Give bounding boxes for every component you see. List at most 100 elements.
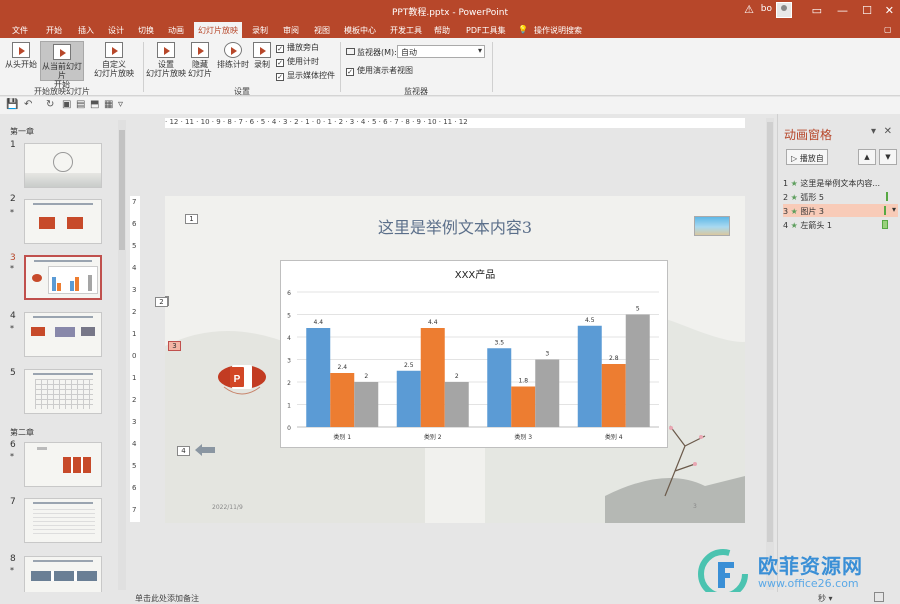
slide-thumbnail[interactable] (24, 199, 102, 244)
slide-number: 4 (10, 311, 16, 321)
comment-icon[interactable]: ▢ (884, 25, 892, 34)
save-icon[interactable]: 💾 (6, 99, 18, 110)
tab-pdf[interactable]: PDF工具集 (466, 25, 506, 36)
rehearse-button[interactable]: 排练计时 (216, 42, 250, 69)
tab-review[interactable]: 审阅 (283, 25, 299, 36)
setup-show-button[interactable]: 设置 幻灯片放映 (146, 42, 186, 78)
undo-icon[interactable]: ↶ (24, 99, 32, 110)
from-start-button[interactable]: 从头开始 (4, 42, 38, 69)
user-name[interactable]: bo (761, 4, 772, 14)
tab-home[interactable]: 开始 (46, 25, 62, 36)
tab-slideshow[interactable]: 幻灯片放映 (194, 22, 242, 38)
animation-marker: * (10, 452, 14, 461)
slide-thumbnail[interactable] (24, 498, 102, 543)
ruler-tick: 2 (132, 308, 137, 316)
bar-chart[interactable]: XXX产品 0 1 2 3 4 5 6 4.4 2.4 2 类别 1 2.5 4.4 2 类别 2 3.5 1.8… (280, 260, 668, 448)
animation-item[interactable]: 2 ★ 弧形 5 (783, 190, 898, 203)
animation-tag[interactable]: 4 (177, 446, 190, 456)
scrollbar-thumb[interactable] (119, 130, 125, 250)
play-narration-checkbox[interactable]: ✓ 播放旁白 (276, 42, 319, 53)
from-current-button[interactable]: 从当前幻灯片 开始 (40, 41, 84, 89)
slide-thumbnail[interactable] (24, 442, 102, 487)
move-down-button[interactable]: ▼ (879, 149, 897, 165)
left-arrow-shape[interactable] (195, 444, 215, 456)
title-bar: PPT教程.pptx - PowerPoint ⚠ bo ▭ — ☐ ✕ (0, 0, 900, 22)
presenter-view-checkbox[interactable]: ✓ 使用演示者视图 (346, 65, 413, 76)
animation-item-selected[interactable]: 3 ★ 图片 3 ▾ (783, 204, 898, 217)
notes-placeholder[interactable]: 单击此处添加备注 (135, 593, 199, 604)
data-label: 5 (636, 306, 640, 313)
editor-scrollbar[interactable] (766, 118, 774, 590)
hide-slide-button[interactable]: 隐藏 幻灯片 (186, 42, 214, 78)
ruler-tick: 2 (132, 396, 137, 404)
show-media-checkbox[interactable]: ✓ 显示媒体控件 (276, 70, 335, 81)
powerpoint-logo-icon[interactable]: P (218, 361, 266, 397)
timing-unit[interactable]: 秒 ▾ (818, 593, 833, 604)
tab-transitions[interactable]: 切换 (138, 25, 154, 36)
record-button[interactable]: 录制 (252, 42, 272, 69)
open-icon[interactable]: ▤ (76, 99, 85, 110)
tab-file[interactable]: 文件 (12, 25, 28, 36)
ruler-tick: 5 (132, 462, 137, 470)
ribbon-tabs: 文件 开始 插入 设计 切换 动画 幻灯片放映 录制 审阅 视图 模板中心 开发… (0, 22, 900, 38)
star-icon: ★ (790, 207, 798, 216)
slide-title[interactable]: 这里是举例文本内容3 (165, 214, 745, 238)
custom-show-label-2: 幻灯片放映 (94, 69, 134, 78)
table-icon[interactable]: ▦ (104, 99, 113, 110)
shape-icon[interactable]: ⬒ (90, 99, 99, 110)
slide-thumbnail[interactable] (24, 312, 102, 357)
tab-design[interactable]: 设计 (108, 25, 124, 36)
scrollbar-thumb[interactable] (767, 122, 773, 542)
chevron-down-icon[interactable]: ▾ (871, 126, 876, 137)
tab-animations[interactable]: 动画 (168, 25, 184, 36)
tab-record[interactable]: 录制 (252, 25, 268, 36)
landscape-picture[interactable] (694, 216, 730, 236)
lightbulb-icon[interactable]: 💡 (518, 25, 528, 34)
horizontal-ruler: · 12 · 11 · 10 · 9 · 8 · 7 · 6 · 5 · 4 ·… (165, 118, 745, 128)
checkbox-icon: ✓ (276, 73, 284, 81)
minimize-button[interactable]: — (837, 4, 848, 17)
animation-tag[interactable]: 1 (185, 214, 198, 224)
animation-pane: 动画窗格 ✕ ▾ ▷ 播放自 ▲ ▼ 1 ★ 这里是举例文本内容... 2 ★ … (777, 114, 900, 592)
move-up-button[interactable]: ▲ (858, 149, 876, 165)
slide-thumbnail-active[interactable] (24, 255, 102, 300)
custom-show-button[interactable]: 自定义 幻灯片放映 (90, 42, 138, 78)
thumbnail-scrollbar[interactable] (118, 120, 126, 590)
tab-tell-me[interactable]: 操作说明搜索 (534, 25, 582, 36)
animation-tag[interactable]: 2 (155, 297, 168, 307)
use-timings-checkbox[interactable]: ✓ 使用计时 (276, 56, 319, 67)
avatar[interactable] (776, 2, 792, 18)
slide-number: 5 (10, 368, 16, 378)
tab-insert[interactable]: 插入 (78, 25, 94, 36)
animation-item[interactable]: 1 ★ 这里是举例文本内容... (783, 176, 898, 189)
animation-pane-title: 动画窗格 (784, 128, 833, 142)
tab-developer[interactable]: 开发工具 (390, 25, 422, 36)
customize-icon[interactable]: ▿ (118, 99, 123, 110)
animation-tag-selected[interactable]: 3 (168, 341, 181, 351)
section-header[interactable]: 第一章 (10, 126, 34, 137)
play-from-button[interactable]: ▷ 播放自 (786, 149, 828, 165)
tab-view[interactable]: 视图 (314, 25, 330, 36)
chart-plot: XXX产品 0 1 2 3 4 5 6 4.4 2.4 2 类别 1 2.5 4.4 2 类别 2 3.5 1.8… (287, 268, 659, 441)
x-tick-label: 类别 3 (514, 433, 532, 441)
close-button[interactable]: ✕ (885, 4, 894, 17)
timing-bar (886, 192, 888, 201)
from-start-icon[interactable]: ▣ (62, 99, 71, 110)
y-tick-label: 0 (287, 425, 291, 432)
zoom-fit-icon[interactable] (874, 592, 884, 602)
ribbon-display-icon[interactable]: ▭ (812, 4, 822, 17)
maximize-button[interactable]: ☐ (862, 4, 872, 17)
monitor-select[interactable]: 自动 ▾ (397, 45, 485, 58)
checkbox-icon: ✓ (276, 45, 284, 53)
tab-help[interactable]: 帮助 (434, 25, 450, 36)
slide-thumbnail[interactable] (24, 369, 102, 414)
tab-templates[interactable]: 模板中心 (344, 25, 376, 36)
warning-icon[interactable]: ⚠ (744, 3, 754, 16)
slide-canvas[interactable]: 这里是举例文本内容3 1 P XXX产品 0 1 2 3 4 5 6 4.4 2.4 2 类别 1 2.… (165, 196, 745, 523)
close-icon[interactable]: ✕ (884, 126, 892, 137)
redo-icon[interactable]: ↻ (46, 99, 54, 110)
chevron-down-icon[interactable]: ▾ (892, 205, 896, 214)
slide-thumbnail[interactable] (24, 143, 102, 188)
animation-item[interactable]: 4 ★ 左箭头 1 (783, 218, 898, 231)
section-header[interactable]: 第二章 (10, 427, 34, 438)
